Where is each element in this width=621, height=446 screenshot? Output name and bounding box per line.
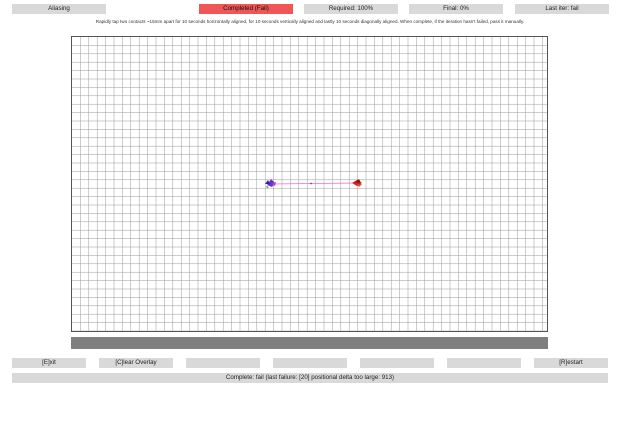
progress-bar: [71, 337, 548, 349]
empty-button-4[interactable]: [447, 358, 521, 368]
footer-status: Complete: fail (last failure: [20] posit…: [12, 373, 608, 383]
exit-button[interactable]: [E]xit: [12, 358, 86, 368]
required-label: Required: 100%: [304, 4, 398, 14]
grid-lines: [72, 37, 547, 331]
last-iter-label: Last iter: fail: [515, 4, 609, 14]
touch-grid-canvas[interactable]: [71, 36, 548, 332]
contact-right-marker: [352, 179, 362, 187]
empty-button-3[interactable]: [360, 358, 434, 368]
mode-label: Aliasing: [12, 4, 106, 14]
status-bar: Aliasing Completed (Fail) Required: 100%…: [12, 4, 609, 14]
result-badge: Completed (Fail): [199, 4, 293, 14]
empty-button-1[interactable]: [186, 358, 260, 368]
contact-trace-line: [269, 182, 359, 185]
button-row: [E]xit [C]lear Overlay [R]estart: [12, 358, 608, 368]
empty-button-2[interactable]: [273, 358, 347, 368]
clear-overlay-button[interactable]: [C]lear Overlay: [99, 358, 173, 368]
contact-midpoint: [310, 182, 312, 185]
instructions-text: Rapidly tap two contacts ~15mm apart for…: [95, 19, 525, 24]
contact-left-marker: [265, 179, 276, 188]
final-label: Final: 0%: [409, 4, 503, 14]
restart-button[interactable]: [R]estart: [534, 358, 608, 368]
